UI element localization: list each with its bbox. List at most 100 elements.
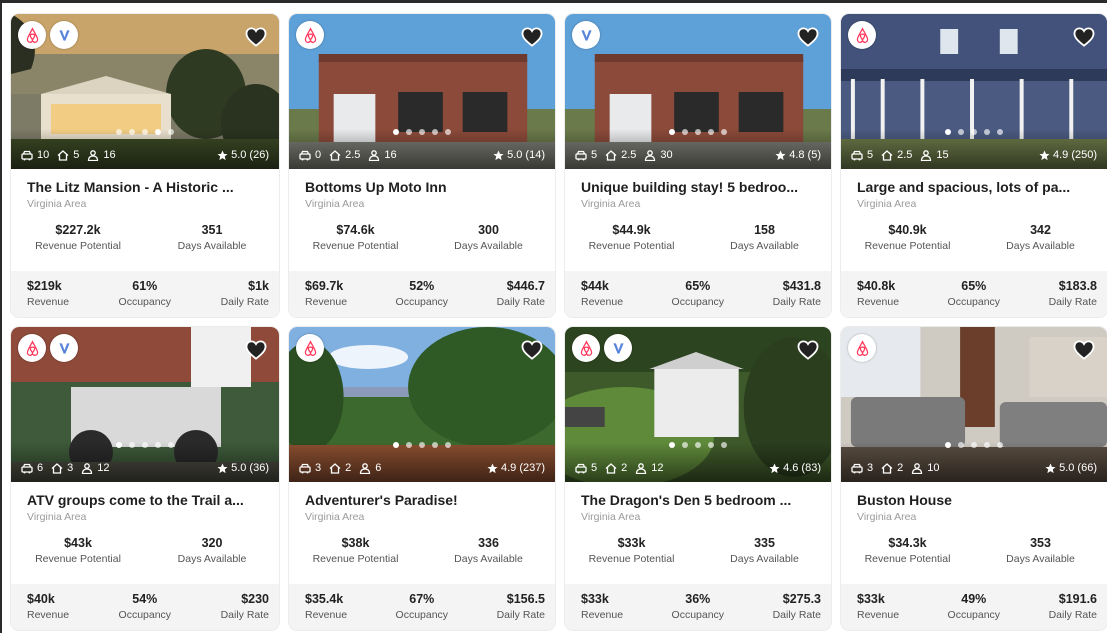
- listing-photo[interactable]: 5 2 12 4.6 (83): [565, 327, 831, 482]
- listing-area: Virginia Area: [27, 511, 87, 523]
- heart-icon[interactable]: [245, 27, 267, 47]
- carousel-dot[interactable]: [984, 442, 990, 448]
- daily-rate: $275.3 Daily Rate: [773, 584, 821, 630]
- car-icon: [575, 463, 587, 473]
- carousel-dot[interactable]: [971, 129, 977, 135]
- rating-value: 4.6 (83): [783, 462, 821, 474]
- carousel-dots[interactable]: [945, 129, 1003, 135]
- listing-photo[interactable]: 5 2.5 15 4.9 (250): [841, 14, 1107, 169]
- carousel-dot[interactable]: [958, 442, 964, 448]
- heart-icon[interactable]: [797, 340, 819, 360]
- carousel-dot[interactable]: [129, 129, 135, 135]
- listing-title[interactable]: Adventurer's Paradise!: [305, 492, 541, 508]
- carousel-dot[interactable]: [432, 442, 438, 448]
- daily-rate: $183.8 Daily Rate: [1049, 271, 1097, 317]
- carousel-dots[interactable]: [393, 442, 451, 448]
- carousel-dot[interactable]: [168, 129, 174, 135]
- carousel-dot[interactable]: [155, 442, 161, 448]
- star-icon: [487, 462, 498, 473]
- listing-photo[interactable]: 0 2.5 16 5.0 (14): [289, 14, 555, 169]
- listing-card-6[interactable]: 3 2 6 4.9 (237) Adventurer's Paradise! V…: [289, 327, 555, 630]
- carousel-dots[interactable]: [393, 129, 451, 135]
- listing-title[interactable]: Large and spacious, lots of pa...: [857, 179, 1093, 195]
- listing-area: Virginia Area: [857, 511, 917, 523]
- carousel-dots[interactable]: [945, 442, 1003, 448]
- carousel-dot[interactable]: [708, 129, 714, 135]
- revenue-potential-label: Revenue Potential: [588, 240, 675, 252]
- listing-card-3[interactable]: 5 2.5 30 4.8 (5) Unique building stay! 5…: [565, 14, 831, 317]
- carousel-dot[interactable]: [168, 442, 174, 448]
- carousel-dot[interactable]: [721, 129, 727, 135]
- carousel-dot[interactable]: [695, 442, 701, 448]
- carousel-dot[interactable]: [682, 129, 688, 135]
- carousel-dot[interactable]: [406, 442, 412, 448]
- carousel-dot[interactable]: [129, 442, 135, 448]
- listing-card-1[interactable]: 10 5 16 5.0 (26) The Litz Mansion - A Hi…: [11, 14, 279, 317]
- carousel-dots[interactable]: [669, 442, 727, 448]
- revenue-potential-value: $227.2k: [55, 223, 101, 237]
- heart-icon[interactable]: [521, 340, 543, 360]
- carousel-dot[interactable]: [116, 442, 122, 448]
- listing-area: Virginia Area: [305, 198, 365, 210]
- platform-badges: [18, 21, 78, 49]
- carousel-dot[interactable]: [971, 442, 977, 448]
- carousel-dot[interactable]: [406, 129, 412, 135]
- carousel-dot[interactable]: [419, 129, 425, 135]
- carousel-dot[interactable]: [393, 129, 399, 135]
- listing-title[interactable]: ATV groups come to the Trail a...: [27, 492, 265, 508]
- carousel-dot[interactable]: [984, 129, 990, 135]
- listing-photo[interactable]: 5 2.5 30 4.8 (5): [565, 14, 831, 169]
- property-stats: 6 3 12: [21, 462, 110, 474]
- daily-rate-label: Daily Rate: [496, 609, 545, 621]
- listing-card-5[interactable]: 6 3 12 5.0 (36) ATV groups come to the T…: [11, 327, 279, 630]
- carousel-dot[interactable]: [432, 129, 438, 135]
- carousel-dot[interactable]: [997, 129, 1003, 135]
- carousel-dots[interactable]: [669, 129, 727, 135]
- carousel-dot[interactable]: [445, 129, 451, 135]
- listing-title[interactable]: Bottoms Up Moto Inn: [305, 179, 541, 195]
- carousel-dot[interactable]: [958, 129, 964, 135]
- carousel-dot[interactable]: [445, 442, 451, 448]
- days-available: 320 Days Available: [145, 536, 279, 565]
- listing-title[interactable]: Buston House: [857, 492, 1093, 508]
- heart-icon[interactable]: [245, 340, 267, 360]
- carousel-dot[interactable]: [393, 442, 399, 448]
- listing-card-2[interactable]: 0 2.5 16 5.0 (14) Bottoms Up Moto Inn Vi…: [289, 14, 555, 317]
- heart-icon[interactable]: [797, 27, 819, 47]
- listing-photo[interactable]: 3 2 6 4.9 (237): [289, 327, 555, 482]
- carousel-dot[interactable]: [997, 442, 1003, 448]
- heart-icon[interactable]: [521, 27, 543, 47]
- carousel-dot[interactable]: [669, 129, 675, 135]
- guests-count: 12: [97, 462, 110, 474]
- carousel-dot[interactable]: [695, 129, 701, 135]
- revenue-potential-label: Revenue Potential: [35, 553, 121, 565]
- listing-card-7[interactable]: 5 2 12 4.6 (83) The Dragon's Den 5 bedro…: [565, 327, 831, 630]
- listing-title[interactable]: The Dragon's Den 5 bedroom ...: [581, 492, 817, 508]
- listing-card-4[interactable]: 5 2.5 15 4.9 (250) Large and spacious, l…: [841, 14, 1107, 317]
- listing-title[interactable]: The Litz Mansion - A Historic ...: [27, 179, 265, 195]
- listing-photo[interactable]: 6 3 12 5.0 (36): [11, 327, 279, 482]
- carousel-dot[interactable]: [721, 442, 727, 448]
- listing-title[interactable]: Unique building stay! 5 bedroo...: [581, 179, 817, 195]
- listing-area: Virginia Area: [305, 511, 365, 523]
- carousel-dot[interactable]: [419, 442, 425, 448]
- carousel-dot[interactable]: [708, 442, 714, 448]
- heart-icon[interactable]: [1073, 27, 1095, 47]
- listing-card-8[interactable]: 3 2 10 5.0 (66) Buston House Virginia Ar…: [841, 327, 1107, 630]
- listing-photo[interactable]: 3 2 10 5.0 (66): [841, 327, 1107, 482]
- bedrooms-stat: 5: [57, 149, 79, 161]
- carousel-dots[interactable]: [116, 129, 174, 135]
- carousel-dot[interactable]: [155, 129, 161, 135]
- carousel-dot[interactable]: [945, 129, 951, 135]
- carousel-dot[interactable]: [682, 442, 688, 448]
- listing-photo[interactable]: 10 5 16 5.0 (26): [11, 14, 279, 169]
- heart-icon[interactable]: [1073, 340, 1095, 360]
- revenue-potential: $43k Revenue Potential: [11, 536, 145, 565]
- carousel-dot[interactable]: [142, 129, 148, 135]
- carousel-dot[interactable]: [142, 442, 148, 448]
- carousel-dot[interactable]: [945, 442, 951, 448]
- carousel-dots[interactable]: [116, 442, 174, 448]
- carousel-dot[interactable]: [669, 442, 675, 448]
- carousel-dot[interactable]: [116, 129, 122, 135]
- bedrooms-count: 2.5: [621, 149, 637, 161]
